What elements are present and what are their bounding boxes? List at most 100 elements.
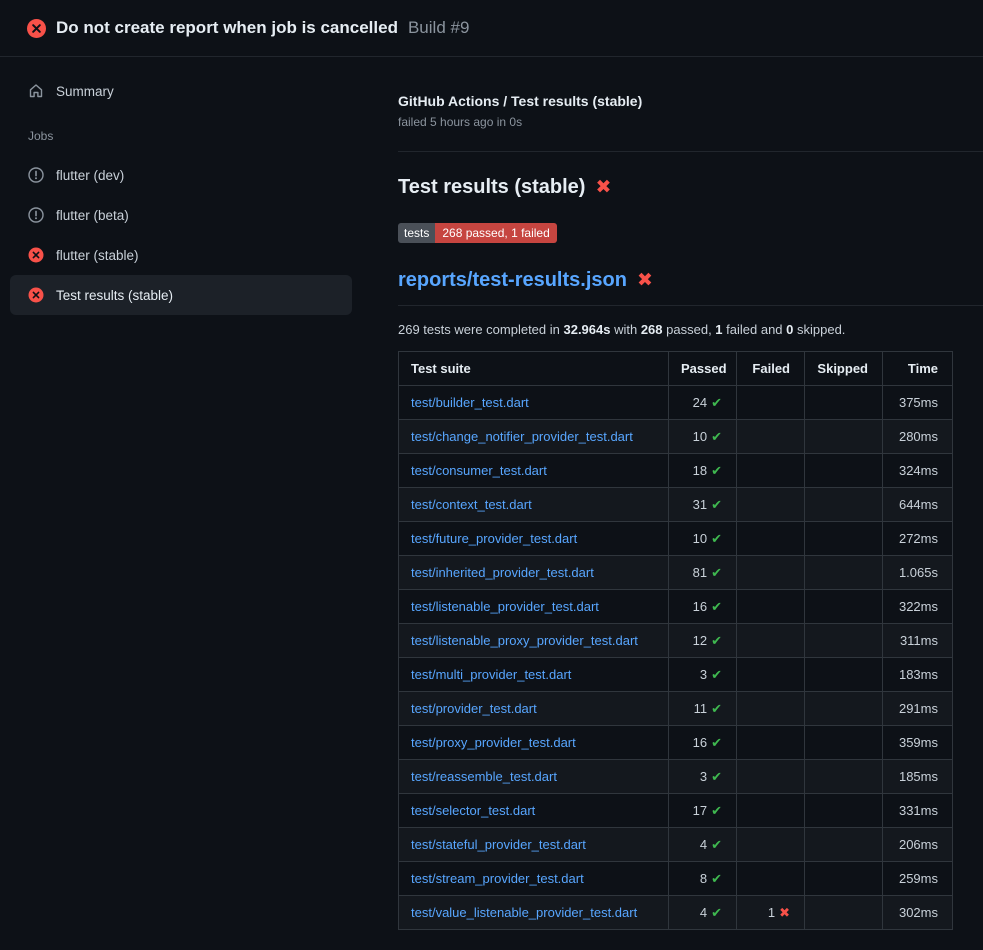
suite-time: 324ms	[883, 454, 953, 488]
passed-count: 10	[693, 429, 707, 444]
col-header-test-suite: Test suite	[399, 352, 669, 386]
table-row: test/reassemble_test.dart 3 ✔ 185ms	[399, 760, 953, 794]
breadcrumb: GitHub Actions / Test results (stable)	[398, 93, 983, 109]
suite-link[interactable]: test/consumer_test.dart	[411, 463, 547, 478]
suite-link[interactable]: test/builder_test.dart	[411, 395, 529, 410]
sidebar-item-flutter-beta[interactable]: flutter (beta)	[10, 195, 352, 235]
passed-count: 4	[700, 905, 707, 920]
suite-link[interactable]: test/change_notifier_provider_test.dart	[411, 429, 633, 444]
page-title: Do not create report when job is cancell…	[56, 18, 398, 38]
pass-check-icon: ✔	[711, 497, 722, 512]
failed-status-icon	[28, 287, 44, 303]
passed-count: 16	[693, 599, 707, 614]
failed-status-icon	[28, 247, 44, 263]
sidebar-item-summary[interactable]: Summary	[10, 73, 352, 109]
suite-time: 302ms	[883, 896, 953, 930]
suite-link[interactable]: test/reassemble_test.dart	[411, 769, 557, 784]
suite-link[interactable]: test/inherited_provider_test.dart	[411, 565, 594, 580]
sidebar-item-test-results-stable[interactable]: Test results (stable)	[10, 275, 352, 315]
sidebar-item-flutter-stable[interactable]: flutter (stable)	[10, 235, 352, 275]
results-table-body: test/builder_test.dart 24 ✔ 375ms test/ch…	[399, 386, 953, 930]
pass-check-icon: ✔	[711, 531, 722, 546]
table-header-row: Test suite Passed Failed Skipped Time	[399, 352, 953, 386]
section-title: Test results (stable) ✖	[398, 176, 983, 199]
passed-count: 8	[700, 871, 707, 886]
divider	[398, 151, 983, 152]
suite-time: 375ms	[883, 386, 953, 420]
col-header-passed: Passed	[669, 352, 737, 386]
pass-check-icon: ✔	[711, 769, 722, 784]
pass-check-icon: ✔	[711, 871, 722, 886]
suite-time: 259ms	[883, 862, 953, 896]
suite-time: 280ms	[883, 420, 953, 454]
suite-time: 206ms	[883, 828, 953, 862]
suite-time: 644ms	[883, 488, 953, 522]
passed-count: 3	[700, 667, 707, 682]
suite-time: 1.065s	[883, 556, 953, 590]
failed-count: 1	[768, 905, 775, 920]
suite-link[interactable]: test/future_provider_test.dart	[411, 531, 577, 546]
failed-x-icon: ✖	[637, 271, 653, 290]
suite-link[interactable]: test/stream_provider_test.dart	[411, 871, 584, 886]
pass-check-icon: ✔	[711, 803, 722, 818]
failed-status-icon	[27, 19, 46, 38]
report-link[interactable]: reports/test-results.json	[398, 269, 627, 292]
table-row: test/inherited_provider_test.dart 81✔ 1.…	[399, 556, 953, 590]
suite-link[interactable]: test/provider_test.dart	[411, 701, 537, 716]
suite-link[interactable]: test/stateful_provider_test.dart	[411, 837, 586, 852]
report-heading: reports/test-results.json ✖	[398, 269, 983, 306]
suite-link[interactable]: test/listenable_proxy_provider_test.dart	[411, 633, 638, 648]
suite-time: 185ms	[883, 760, 953, 794]
failed-x-icon: ✖	[595, 178, 611, 197]
pass-check-icon: ✔	[711, 667, 722, 682]
suite-time: 291ms	[883, 692, 953, 726]
build-number: Build #9	[408, 18, 469, 38]
table-row: test/future_provider_test.dart 10✔ 272ms	[399, 522, 953, 556]
col-header-time: Time	[883, 352, 953, 386]
table-row: test/context_test.dart 31 ✔ 644ms	[399, 488, 953, 522]
suite-time: 331ms	[883, 794, 953, 828]
fail-x-icon: ✖	[779, 905, 790, 920]
pass-check-icon: ✔	[711, 565, 722, 580]
home-icon	[28, 83, 44, 99]
table-row: test/selector_test.dart 17 ✔ 331ms	[399, 794, 953, 828]
sidebar-item-label: flutter (dev)	[56, 168, 124, 183]
main-content: GitHub Actions / Test results (stable) f…	[370, 57, 983, 950]
suite-time: 272ms	[883, 522, 953, 556]
neutral-status-icon	[28, 167, 44, 183]
pass-check-icon: ✔	[711, 735, 722, 750]
table-row: test/stateful_provider_test.dart 4✔ 206m…	[399, 828, 953, 862]
passed-count: 17	[693, 803, 707, 818]
passed-count: 24	[693, 395, 707, 410]
pass-check-icon: ✔	[711, 633, 722, 648]
sidebar-item-flutter-dev[interactable]: flutter (dev)	[10, 155, 352, 195]
pass-check-icon: ✔	[711, 463, 722, 478]
badge-label: tests	[398, 223, 435, 243]
suite-link[interactable]: test/multi_provider_test.dart	[411, 667, 571, 682]
sidebar-item-label: flutter (stable)	[56, 248, 139, 263]
badge-value: 268 passed, 1 failed	[435, 223, 556, 243]
table-row: test/consumer_test.dart 18✔ 324ms	[399, 454, 953, 488]
table-row: test/proxy_provider_test.dart 16 ✔ 359ms	[399, 726, 953, 760]
jobs-section-label: Jobs	[28, 129, 370, 143]
suite-link[interactable]: test/listenable_provider_test.dart	[411, 599, 599, 614]
passed-count: 31	[693, 497, 707, 512]
summary-line: 269 tests were completed in 32.964s with…	[398, 322, 983, 337]
pass-check-icon: ✔	[711, 905, 722, 920]
passed-count: 3	[700, 769, 707, 784]
suite-link[interactable]: test/context_test.dart	[411, 497, 532, 512]
suite-link[interactable]: test/selector_test.dart	[411, 803, 535, 818]
table-row: test/listenable_provider_test.dart 16✔ 3…	[399, 590, 953, 624]
pass-check-icon: ✔	[711, 599, 722, 614]
table-row: test/change_notifier_provider_test.dart …	[399, 420, 953, 454]
passed-count: 16	[693, 735, 707, 750]
table-row: test/listenable_proxy_provider_test.dart…	[399, 624, 953, 658]
sidebar: Summary Jobs flutter (dev) flut	[0, 57, 370, 950]
col-header-failed: Failed	[737, 352, 805, 386]
table-row: test/value_listenable_provider_test.dart…	[399, 896, 953, 930]
suite-link[interactable]: test/value_listenable_provider_test.dart	[411, 905, 637, 920]
suite-time: 359ms	[883, 726, 953, 760]
page-header: Do not create report when job is cancell…	[0, 0, 983, 57]
suite-link[interactable]: test/proxy_provider_test.dart	[411, 735, 576, 750]
pass-check-icon: ✔	[711, 429, 722, 444]
